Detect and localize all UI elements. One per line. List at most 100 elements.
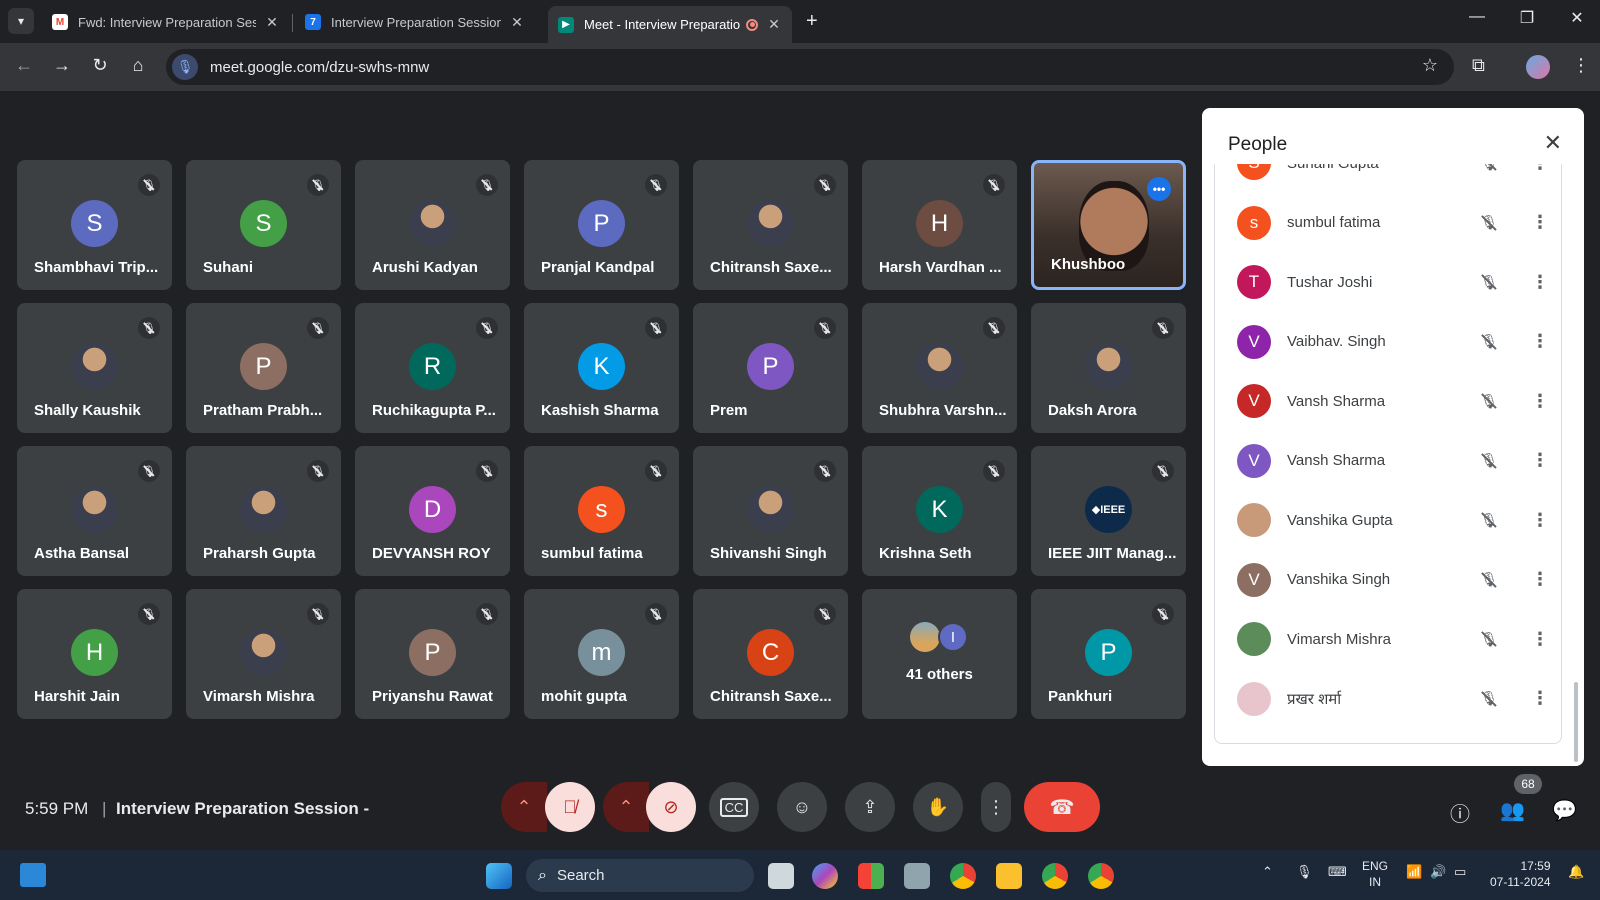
audio-options-button[interactable]: ⌃ [501,782,547,832]
mute-participant-icon[interactable]: 🎙 [1477,627,1501,651]
video-options-button[interactable]: ⌃ [603,782,649,832]
more-vert-icon[interactable]: ⋮ [1531,569,1549,590]
extensions-icon[interactable]: ⧉ [1472,55,1485,76]
keyboard-icon[interactable]: ⌨ [1328,864,1347,880]
participant-tile[interactable]: H 🎙 Harsh Vardhan ... [862,160,1017,290]
participant-tile[interactable]: s 🎙 sumbul fatima [524,446,679,576]
mute-participant-icon[interactable]: 🎙 [1477,330,1501,354]
home-icon[interactable]: ⌂ [126,55,150,76]
people-list-item[interactable]: V Vanshika Singh 🎙 ⋮ [1215,555,1561,605]
people-list-item[interactable]: s sumbul fatima 🎙 ⋮ [1215,198,1561,248]
notifications-icon[interactable]: 🔔 [1568,864,1584,880]
more-vert-icon[interactable]: ⋮ [1531,510,1549,531]
wifi-icon[interactable]: 📶 [1406,864,1422,880]
tab-gmail[interactable]: M Fwd: Interview Preparation Sess ✕ [42,6,290,38]
participant-tile[interactable]: P 🎙 Pratham Prabh... [186,303,341,433]
restore-icon[interactable]: ❐ [1504,8,1550,28]
participant-tile[interactable]: P 🎙 Priyanshu Rawat [355,589,510,719]
close-tab-icon[interactable]: ✕ [766,16,782,33]
participant-tile[interactable]: 🎙 Shubhra Varshn... [862,303,1017,433]
browser-menu-icon[interactable]: ⋮ [1572,55,1590,76]
volume-icon[interactable]: 🔊 [1430,864,1446,880]
people-scrollbar[interactable] [1574,682,1578,762]
participant-tile[interactable]: S 🎙 Suhani [186,160,341,290]
close-icon[interactable]: ✕ [1544,130,1562,156]
leave-call-button[interactable]: ☎ [1024,782,1100,832]
chat-icon[interactable]: 💬 [1552,798,1577,823]
more-vert-icon[interactable]: ⋮ [1531,450,1549,471]
url-text[interactable]: meet.google.com/dzu-swhs-mnw [210,59,429,76]
back-icon[interactable]: ← [12,55,36,76]
more-vert-icon[interactable]: ⋮ [1531,688,1549,709]
people-list-item[interactable]: T Tushar Joshi 🎙 ⋮ [1215,257,1561,307]
taskbar-search[interactable]: ⌕ Search [526,859,754,892]
reactions-button[interactable]: ☺ [777,782,827,832]
people-list[interactable]: SSuhani Gupta🎙⋮ssumbul fatima🎙⋮TTushar J… [1214,164,1562,744]
participant-tile[interactable]: I 41 others [862,589,1017,719]
camera-toggle-button[interactable]: ⊘ [646,782,696,832]
participant-tile[interactable]: 🎙 Chitransh Saxe... [693,160,848,290]
battery-icon[interactable]: ▭ [1454,864,1466,880]
chrome-icon[interactable] [950,863,976,889]
more-vert-icon[interactable]: ⋮ [1531,391,1549,412]
captions-button[interactable]: CC [709,782,759,832]
minimize-icon[interactable]: — [1454,8,1500,26]
mute-participant-icon[interactable]: 🎙 [1477,211,1501,235]
more-vert-icon[interactable]: ⋮ [1531,331,1549,352]
file-explorer-icon[interactable] [996,863,1022,889]
bookmark-star-icon[interactable]: ☆ [1422,55,1438,76]
participant-tile[interactable]: 🎙 Astha Bansal [17,446,172,576]
reload-icon[interactable]: ↻ [88,55,112,76]
people-list-item[interactable]: V Vansh Sharma 🎙 ⋮ [1215,376,1561,426]
microphone-site-icon[interactable]: 🎙 [172,54,198,80]
more-vert-icon[interactable]: ⋮ [1531,629,1549,650]
task-view-icon[interactable] [768,863,794,889]
participant-tile[interactable]: P 🎙 Pranjal Kandpal [524,160,679,290]
mute-participant-icon[interactable]: 🎙 [1477,449,1501,473]
camera-app-icon[interactable] [904,863,930,889]
more-vert-icon[interactable]: ⋮ [1531,164,1549,174]
participant-tile[interactable]: 🎙 Vimarsh Mishra [186,589,341,719]
participant-tile[interactable]: 🎙 Shally Kaushik [17,303,172,433]
more-options-button[interactable]: ⋮ [981,782,1011,832]
more-vert-icon[interactable]: ⋮ [1531,212,1549,233]
tab-search-button[interactable]: ▾ [8,8,34,34]
forward-icon[interactable]: → [50,55,74,76]
participant-tile[interactable]: m 🎙 mohit gupta [524,589,679,719]
profile-avatar[interactable] [1526,55,1550,79]
mute-participant-icon[interactable]: 🎙 [1477,508,1501,532]
participant-tile[interactable]: P 🎙 Pankhuri [1031,589,1186,719]
microphone-toggle-button[interactable]: 🎙̸ [545,782,595,832]
tray-mic-icon[interactable]: 🎙 [1296,864,1313,880]
chrome-profile-icon[interactable] [1042,863,1068,889]
close-tab-icon[interactable]: ✕ [509,14,525,31]
people-list-item[interactable]: Vanshika Gupta 🎙 ⋮ [1215,495,1561,545]
participant-tile[interactable]: K 🎙 Krishna Seth [862,446,1017,576]
participant-tile[interactable]: 🎙 Praharsh Gupta [186,446,341,576]
people-list-item[interactable]: V Vaibhav. Singh 🎙 ⋮ [1215,317,1561,367]
mute-participant-icon[interactable]: 🎙 [1477,270,1501,294]
windows-start-icon[interactable] [486,863,512,889]
people-list-item[interactable]: प्रखर शर्मा 🎙 ⋮ [1215,674,1561,724]
mute-participant-icon[interactable]: 🎙 [1477,164,1501,175]
participant-tile[interactable]: R 🎙 Ruchikagupta P... [355,303,510,433]
tray-overflow-icon[interactable]: ⌃ [1262,864,1273,880]
participant-tile[interactable]: ◆IEEE 🎙 IEEE JIIT Manag... [1031,446,1186,576]
system-clock[interactable]: 17:59 07-11-2024 [1490,858,1551,890]
participant-tile[interactable]: ••• Khushboo [1031,160,1186,290]
widgets-icon[interactable] [20,863,46,887]
chrome-profile-icon[interactable] [1088,863,1114,889]
raise-hand-button[interactable]: ✋ [913,782,963,832]
close-window-icon[interactable]: ✕ [1554,8,1600,28]
language-indicator[interactable]: ENG IN [1362,858,1388,890]
participant-tile[interactable]: H 🎙 Harshit Jain [17,589,172,719]
participant-tile[interactable]: S 🎙 Shambhavi Trip... [17,160,172,290]
participant-tile[interactable]: P 🎙 Prem [693,303,848,433]
close-tab-icon[interactable]: ✕ [264,14,280,31]
participant-tile[interactable]: D 🎙 DEVYANSH ROY [355,446,510,576]
people-list-item[interactable]: Vimarsh Mishra 🎙 ⋮ [1215,614,1561,664]
copilot-icon[interactable] [812,863,838,889]
participant-tile[interactable]: K 🎙 Kashish Sharma [524,303,679,433]
mute-participant-icon[interactable]: 🎙 [1477,568,1501,592]
mute-participant-icon[interactable]: 🎙 [1477,389,1501,413]
